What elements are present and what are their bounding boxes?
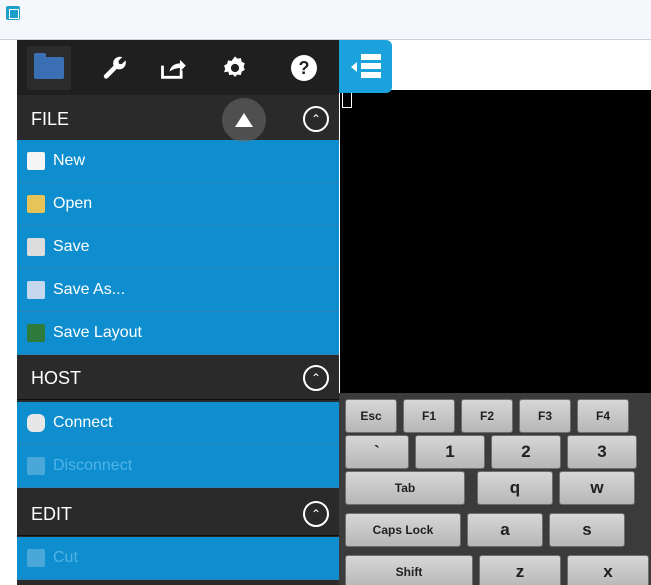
toolbar: ?	[17, 40, 339, 95]
menu-item-label: New	[53, 152, 86, 169]
menu-item-save-as[interactable]: Save As...	[17, 269, 339, 312]
scissors-icon	[27, 549, 45, 567]
terminal-canvas[interactable]	[340, 90, 651, 395]
menu-item-label: Disconnect	[53, 457, 133, 474]
key-f4[interactable]: F4	[577, 399, 629, 433]
key-1[interactable]: 1	[415, 435, 485, 469]
menu-item-label: Connect	[53, 414, 113, 431]
key-shift[interactable]: Shift	[345, 555, 473, 585]
settings-tab-button[interactable]	[93, 46, 137, 90]
gear-icon	[224, 56, 245, 77]
key-q[interactable]: q	[477, 471, 553, 505]
menu-item-disconnect: Disconnect	[17, 445, 339, 488]
side-menu: ? FILE ⌃ New Open Save Save As... Save L…	[17, 40, 339, 585]
key-backtick[interactable]: `	[345, 435, 409, 469]
collapse-icon[interactable]: ⌃	[303, 365, 329, 391]
section-title: EDIT	[31, 504, 73, 524]
disconnect-icon	[27, 457, 45, 475]
menu-item-label: Open	[53, 195, 93, 212]
key-caps-lock[interactable]: Caps Lock	[345, 513, 461, 547]
share-tab-button[interactable]	[151, 46, 195, 90]
text-cursor	[342, 92, 352, 108]
menu-item-connect[interactable]: Connect	[17, 402, 339, 445]
gear-tab-button[interactable]	[213, 46, 257, 90]
open-folder-icon	[27, 195, 45, 213]
key-s[interactable]: s	[549, 513, 625, 547]
section-header-host[interactable]: HOST ⌃	[17, 356, 339, 400]
menu-item-new[interactable]: New	[17, 140, 339, 183]
section-title: HOST	[31, 368, 82, 388]
help-tab-button[interactable]: ?	[282, 46, 326, 90]
onscreen-keyboard: Esc F1 F2 F3 F4 ` 1 2 3 Tab q w Caps Loc…	[339, 393, 651, 585]
section-header-file[interactable]: FILE ⌃	[17, 97, 339, 141]
section-title: FILE	[31, 109, 70, 129]
save-as-icon	[27, 281, 45, 299]
menu-item-label: Cut	[53, 549, 78, 566]
file-tab-button[interactable]	[27, 46, 71, 90]
key-f1[interactable]: F1	[403, 399, 455, 433]
app-icon	[6, 6, 20, 20]
section-header-edit[interactable]: EDIT ⌃	[17, 492, 339, 536]
key-x[interactable]: x	[567, 555, 649, 585]
menu-item-save[interactable]: Save	[17, 226, 339, 269]
title-bar	[0, 0, 651, 40]
menu-item-cut: Cut	[17, 537, 339, 580]
key-z[interactable]: z	[479, 555, 561, 585]
scroll-up-button[interactable]	[222, 98, 266, 142]
arrow-up-icon	[235, 113, 253, 127]
key-w[interactable]: w	[559, 471, 635, 505]
key-tab[interactable]: Tab	[345, 471, 465, 505]
collapse-panel-icon	[350, 53, 381, 78]
key-esc[interactable]: Esc	[345, 399, 397, 433]
help-icon: ?	[291, 55, 317, 81]
save-icon	[27, 238, 45, 256]
key-3[interactable]: 3	[567, 435, 637, 469]
wrench-icon	[103, 56, 126, 79]
save-layout-icon	[27, 324, 45, 342]
collapse-icon[interactable]: ⌃	[303, 106, 329, 132]
key-f2[interactable]: F2	[461, 399, 513, 433]
new-file-icon	[27, 152, 45, 170]
share-icon	[161, 59, 186, 79]
key-f3[interactable]: F3	[519, 399, 571, 433]
collapse-icon[interactable]: ⌃	[303, 501, 329, 527]
app-window: ? FILE ⌃ New Open Save Save As... Save L…	[0, 0, 651, 585]
key-2[interactable]: 2	[491, 435, 561, 469]
menu-item-label: Save Layout	[53, 324, 142, 341]
key-a[interactable]: a	[467, 513, 543, 547]
folder-icon	[34, 53, 64, 79]
menu-item-label: Save	[53, 238, 90, 255]
menu-item-label: Save As...	[53, 281, 126, 298]
menu-item-save-layout[interactable]: Save Layout	[17, 312, 339, 355]
connect-icon	[27, 414, 45, 432]
menu-item-open[interactable]: Open	[17, 183, 339, 226]
panel-toggle-button[interactable]	[339, 40, 392, 93]
